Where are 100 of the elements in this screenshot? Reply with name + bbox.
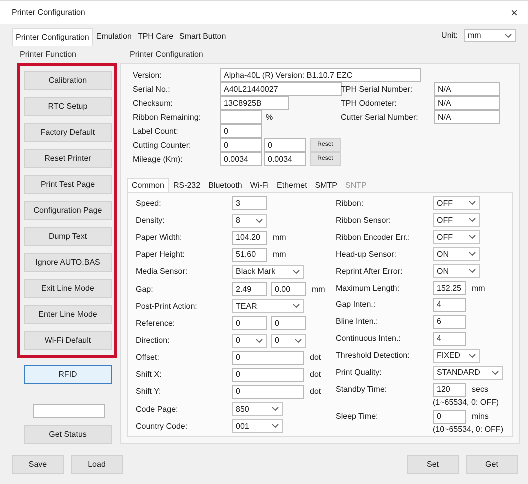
tab[interactable]: RS-232 <box>169 178 205 192</box>
field-label: TPH Serial Number: <box>341 84 414 94</box>
function-button[interactable]: Ignore AUTO.BAS <box>24 253 112 272</box>
text-field[interactable]: 0 <box>232 316 267 330</box>
text-field[interactable]: 2.49 <box>232 282 267 296</box>
text-field[interactable]: 0.00 <box>271 282 306 296</box>
text-field[interactable]: N/A <box>434 82 500 96</box>
get-status-button[interactable]: Get Status <box>24 425 112 444</box>
text-field[interactable]: 0 <box>433 410 466 424</box>
dropdown[interactable]: Black Mark <box>232 264 304 279</box>
text-field[interactable]: 104.20 <box>232 230 267 245</box>
field-label: Shift Y: <box>136 387 162 396</box>
text-field[interactable]: 0.0034 <box>220 152 262 166</box>
dropdown[interactable]: OFF <box>433 230 480 244</box>
tab[interactable]: Bluetooth <box>204 178 246 192</box>
unit-label: dot <box>310 387 322 396</box>
dropdown[interactable]: 850 <box>232 402 283 416</box>
field-label: Version: <box>133 70 163 80</box>
chevron-icon <box>469 269 476 274</box>
dropdown[interactable]: 8 <box>232 214 267 228</box>
text-field[interactable]: 0 <box>220 124 262 138</box>
tab[interactable]: Wi-Fi <box>246 178 274 192</box>
footer-button[interactable]: Set <box>407 454 459 474</box>
close-button[interactable]: × <box>510 6 518 20</box>
function-button[interactable]: Exit Line Mode <box>24 279 112 298</box>
footer-button[interactable]: Save <box>12 454 64 474</box>
dropdown[interactable]: TEAR <box>232 299 304 314</box>
text-field[interactable]: N/A <box>434 96 500 110</box>
text-field[interactable]: 4 <box>433 298 466 312</box>
dropdown[interactable]: OFF <box>433 213 480 228</box>
function-button[interactable]: Configuration Page <box>24 201 112 220</box>
tab[interactable]: Smart Button <box>176 29 230 43</box>
field-label: Ribbon Remaining: <box>133 112 202 122</box>
text-field[interactable]: 3 <box>232 196 267 210</box>
field-label: Paper Width: <box>136 233 184 242</box>
field-label: Standby Time: <box>336 385 388 394</box>
function-button[interactable]: Print Test Page <box>24 175 112 194</box>
dropdown[interactable]: OFF <box>433 196 480 210</box>
field-label: Shift X: <box>136 370 163 380</box>
field-label: Country Code: <box>136 422 189 431</box>
status-field[interactable] <box>33 404 105 418</box>
tab[interactable]: Emulation <box>93 29 135 43</box>
dropdown[interactable]: 0 <box>271 334 306 348</box>
range-hint: (10~65534, 0: OFF) <box>433 424 504 436</box>
text-field[interactable]: 6 <box>433 314 466 329</box>
chevron-icon <box>505 34 512 38</box>
text-field[interactable]: A40L21440027 <box>220 82 342 96</box>
unit-label: mm <box>312 284 326 294</box>
function-button[interactable]: Enter Line Mode <box>24 305 112 324</box>
field-label: Ribbon Sensor: <box>336 216 392 225</box>
unit-label: secs <box>472 385 488 394</box>
function-button[interactable]: Calibration <box>24 71 112 90</box>
field-label: Code Page: <box>136 404 180 414</box>
text-field[interactable] <box>220 110 262 124</box>
dropdown[interactable]: 0 <box>232 334 267 348</box>
range-hint: (1~65534, 0: OFF) <box>433 397 500 410</box>
text-field[interactable]: 51.60 <box>232 248 267 262</box>
text-field[interactable]: N/A <box>434 110 500 124</box>
function-button[interactable]: Dump Text <box>24 227 112 246</box>
chevron-icon <box>469 235 476 240</box>
field-label: Gap Inten.: <box>336 300 377 310</box>
field-label: Continuous Inten.: <box>336 334 402 344</box>
function-button[interactable]: RFID <box>24 365 112 384</box>
function-button[interactable]: RTC Setup <box>24 97 112 116</box>
tab[interactable]: Printer Configuration <box>12 28 94 46</box>
text-field[interactable]: 120 <box>433 382 466 397</box>
text-field[interactable]: 152.25 <box>433 281 466 296</box>
dropdown[interactable]: mm <box>464 29 516 42</box>
dropdown[interactable]: 001 <box>232 419 283 434</box>
field-label: Maximum Length: <box>336 284 401 293</box>
dropdown[interactable]: ON <box>433 247 480 262</box>
tab[interactable]: TPH Care <box>134 29 177 43</box>
text-field[interactable]: 0.0034 <box>264 152 306 166</box>
tab[interactable]: SMTP <box>311 178 342 192</box>
dropdown[interactable]: FIXED <box>433 348 480 363</box>
function-button[interactable]: Factory Default <box>24 123 112 142</box>
text-field[interactable]: 13C8925B <box>220 96 289 110</box>
unit-label: mm <box>273 250 286 260</box>
text-field[interactable]: Alpha-40L (R) Version: B1.10.7 EZC <box>220 68 421 82</box>
function-button[interactable]: Wi-Fi Default <box>24 331 112 350</box>
text-field[interactable]: 0 <box>271 316 306 330</box>
field-label: Label Count: <box>133 126 180 136</box>
function-button[interactable]: Reset Printer <box>24 149 112 168</box>
dropdown[interactable]: STANDARD <box>433 366 503 380</box>
chevron-icon <box>293 270 300 274</box>
text-field[interactable]: 0 <box>220 138 262 152</box>
dropdown[interactable]: ON <box>433 264 480 278</box>
text-field[interactable]: 0 <box>232 350 304 365</box>
field-label: Media Sensor: <box>136 267 189 276</box>
text-field[interactable]: 0 <box>264 138 306 152</box>
window-title: Printer Configuration <box>12 8 86 17</box>
chevron-icon <box>256 218 263 223</box>
footer-button[interactable]: Load <box>71 454 123 474</box>
tab[interactable]: Ethernet <box>273 178 312 192</box>
chevron-icon <box>469 201 476 206</box>
tab[interactable]: Common <box>127 178 170 192</box>
text-field[interactable]: 0 <box>232 368 304 382</box>
text-field[interactable]: 4 <box>433 332 466 346</box>
footer-button[interactable]: Get <box>466 454 518 474</box>
text-field[interactable]: 0 <box>232 384 304 399</box>
